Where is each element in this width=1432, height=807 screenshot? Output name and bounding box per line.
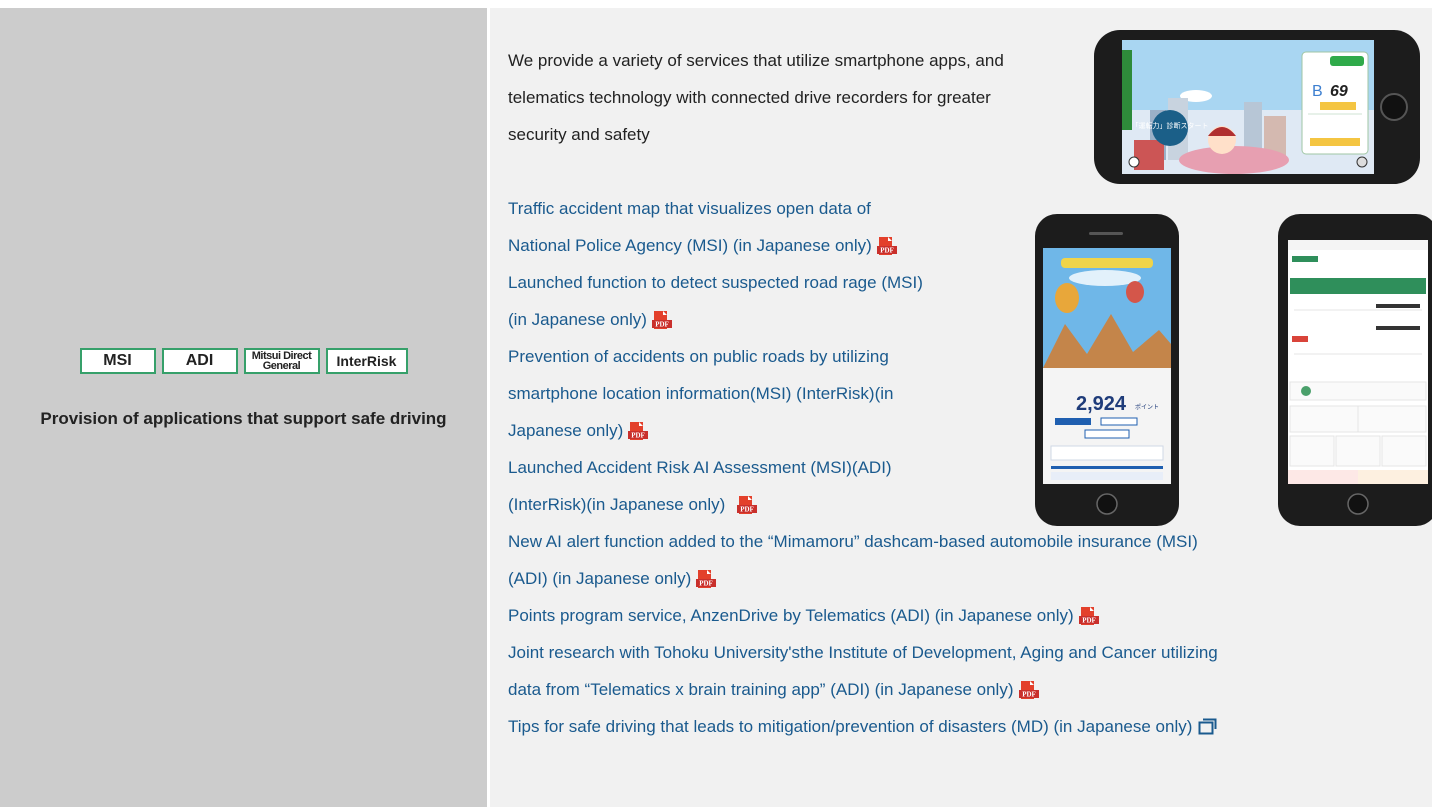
content-cell: We provide a variety of services that ut… [490, 8, 1432, 807]
pdf-icon: PDF [696, 570, 717, 588]
category-cell: MSI ADI Mitsui Direct General InterRisk P… [0, 8, 487, 807]
svg-text:ポイント: ポイント [1135, 403, 1159, 411]
points-app-phone-image: 2,924 ポイント [1035, 214, 1179, 526]
svg-text:B: B [1312, 83, 1323, 100]
svg-text:PDF: PDF [741, 506, 755, 514]
link-mimamoru-ai-alert[interactable]: New AI alert function added to the “Mima… [508, 523, 1218, 597]
mitsui-direct-badge: Mitsui Direct General [243, 348, 320, 374]
adi-badge: ADI [161, 348, 238, 374]
svg-text:PDF: PDF [1082, 617, 1096, 625]
landscape-phone-image: 「運転力」診断スタート B 69 [1094, 30, 1420, 184]
svg-text:PDF: PDF [700, 580, 714, 588]
table-row: MSI ADI Mitsui Direct General InterRisk P… [0, 8, 1432, 807]
pdf-icon: PDF [651, 311, 672, 329]
list-app-phone-image [1278, 214, 1432, 526]
intro-text: We provide a variety of services that ut… [508, 51, 1004, 144]
company-badges: MSI ADI Mitsui Direct General InterRisk [0, 348, 487, 374]
interrisk-badge: InterRisk [325, 348, 408, 374]
link-tohoku-joint-research[interactable]: Joint research with Tohoku University'st… [508, 634, 1218, 708]
svg-text:PDF: PDF [632, 432, 646, 440]
link-anzendrive-points[interactable]: Points program service, AnzenDrive by Te… [508, 597, 1218, 634]
pdf-icon: PDF [1018, 681, 1039, 699]
svg-text:PDF: PDF [655, 321, 669, 329]
external-window-icon [1198, 718, 1217, 735]
svg-text:2,924: 2,924 [1076, 393, 1127, 415]
svg-text:69: 69 [1330, 83, 1348, 100]
section-title: Provision of applications that support s… [40, 409, 447, 428]
pdf-icon: PDF [737, 496, 758, 514]
svg-text:PDF: PDF [880, 247, 894, 255]
pdf-icon: PDF [628, 422, 649, 440]
diagnosis-start-button: 「運転力」診断スタート [1132, 121, 1209, 130]
pdf-icon: PDF [1078, 607, 1099, 625]
pdf-icon: PDF [876, 237, 897, 255]
svg-text:PDF: PDF [1022, 691, 1036, 699]
msi-badge: MSI [79, 348, 156, 374]
link-safe-driving-tips[interactable]: Tips for safe driving that leads to miti… [508, 708, 1218, 745]
